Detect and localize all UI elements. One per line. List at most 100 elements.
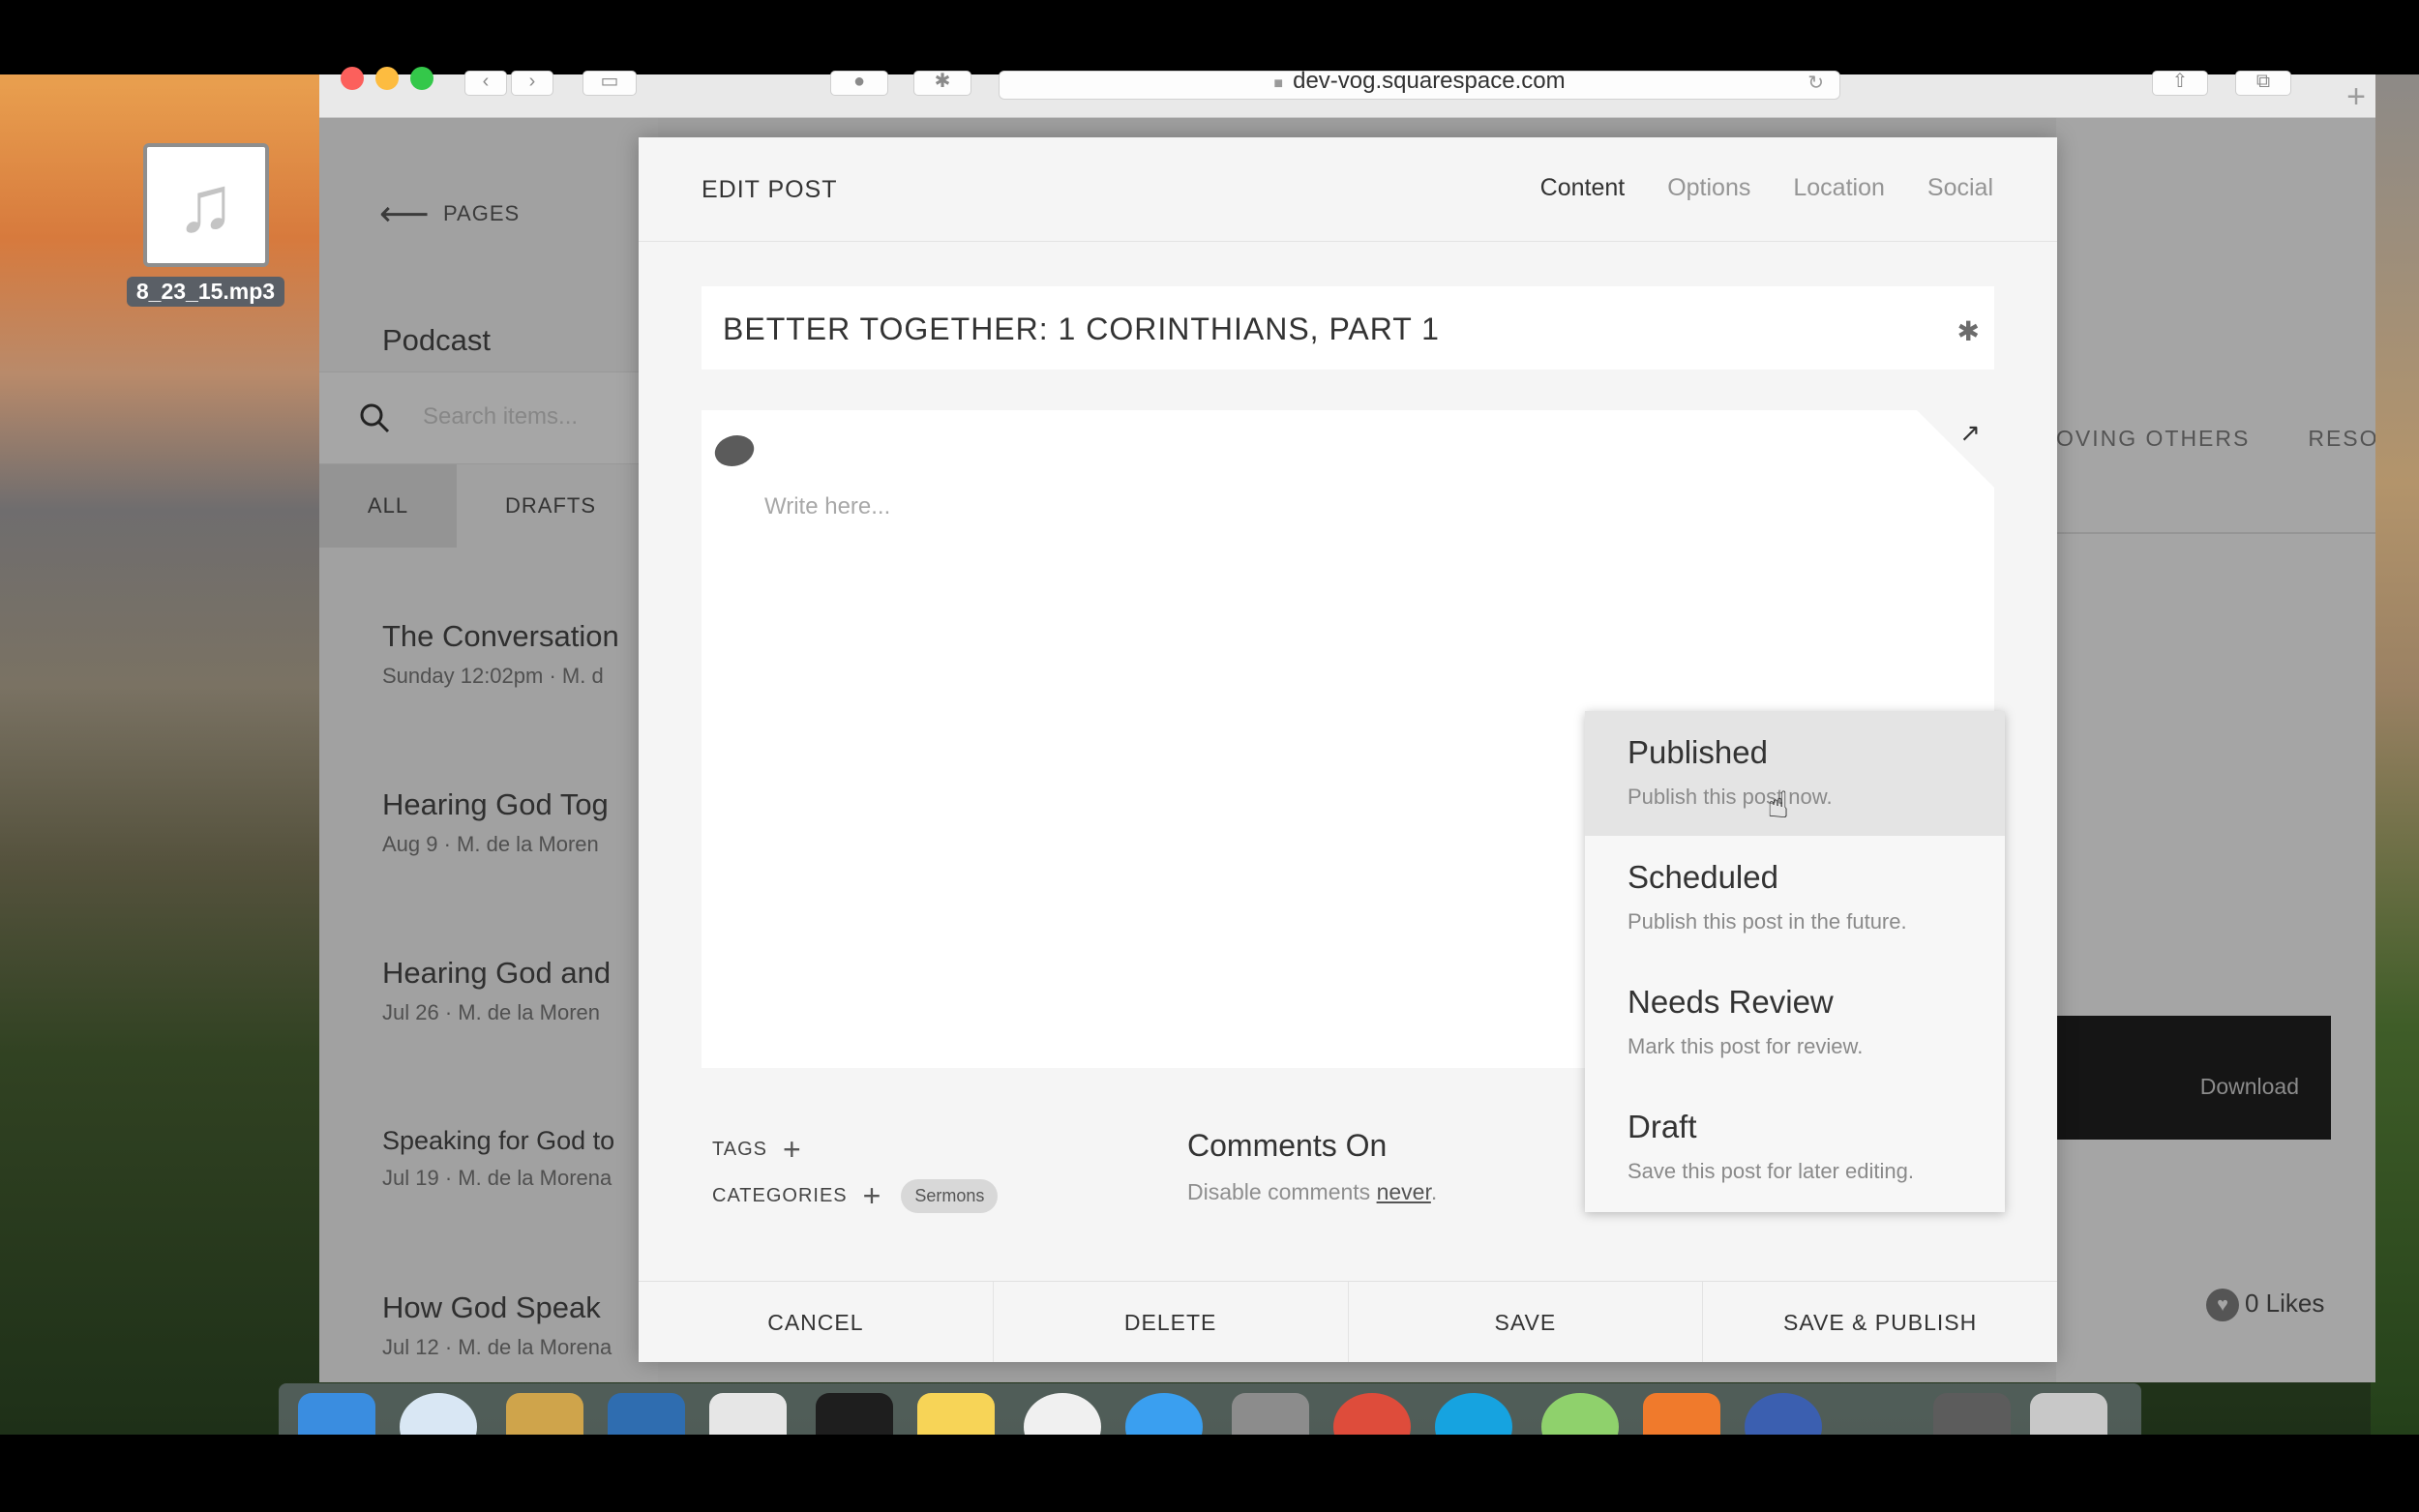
post-title-input[interactable]: BETTER TOGETHER: 1 CORINTHIANS, PART 1 ✱ [702,286,1994,370]
status-option-label: Needs Review [1628,984,1834,1020]
filter-drafts-tab[interactable]: DRAFTS [505,464,596,548]
list-item-title: The Conversation [382,619,619,653]
comments-subtext: Disable comments never. [1187,1179,1438,1204]
post-meta: TAGS + CATEGORIES + Sermons [712,1132,999,1225]
extension-puzzle-icon[interactable]: ✱ [913,71,971,96]
close-window-button[interactable] [341,67,364,90]
list-item-title: Speaking for God to [382,1126,615,1155]
list-item[interactable]: The Conversation Sunday 12:02pm · M. d [382,619,658,689]
list-item[interactable]: How God Speak Jul 12 · M. de la Morena [382,1290,658,1360]
list-item[interactable]: Hearing God and Jul 26 · M. de la Moren [382,956,658,1025]
comments-setting: Comments On Disable comments never. [1187,1128,1437,1205]
post-title-value: BETTER TOGETHER: 1 CORINTHIANS, PART 1 [723,311,1440,346]
audio-player: Download [2056,1016,2331,1140]
desktop-file-name: 8_23_15.mp3 [126,277,285,307]
forward-nav-button[interactable]: › [511,71,553,96]
save-publish-button[interactable]: SAVE & PUBLISH [1703,1282,2057,1362]
tags-label: TAGS [712,1138,767,1160]
add-category-icon[interactable]: + [863,1180,882,1211]
back-arrow-icon[interactable]: ⟵ [379,193,430,234]
category-chip[interactable]: Sermons [901,1178,999,1213]
filter-tabs: ALL DRAFTS [319,464,658,548]
comments-heading: Comments On [1187,1128,1388,1163]
status-option-label: Scheduled [1628,859,1778,895]
site-nav: OVING OTHERS RESOU [2056,426,2375,452]
tab-options[interactable]: Options [1667,174,1750,202]
pages-sidebar: ⟵ PAGES Podcast Search items... ALL DRAF… [319,118,658,1382]
list-item-meta: Jul 26 · M. de la Moren [382,1000,600,1024]
divider [2056,532,2375,534]
categories-label: CATEGORIES [712,1184,848,1206]
status-option-scheduled[interactable]: Scheduled Publish this post in the futur… [1585,836,2005,961]
status-option-desc: Publish this post in the future. [1628,909,1907,934]
status-dropdown: Published Publish this post now. Schedul… [1585,711,2005,1212]
search-bar[interactable]: Search items... [319,371,658,464]
status-option-desc: Publish this post now. [1628,785,1833,809]
reload-icon[interactable]: ↻ [1807,74,1824,93]
status-option-label: Draft [1628,1109,1697,1144]
dialog-header: EDIT POST Content Options Location Socia… [639,137,2057,242]
search-input[interactable]: Search items... [423,403,578,430]
save-button[interactable]: SAVE [1349,1282,1704,1362]
sidebar-toggle-icon[interactable]: ▭ [582,71,637,96]
zoom-window-button[interactable] [410,67,433,90]
insert-block-icon[interactable] [712,435,757,466]
settings-gear-icon[interactable]: ✱ [1957,315,1981,347]
filter-all-tab[interactable]: ALL [319,464,457,548]
body-placeholder: Write here... [764,493,891,519]
hand-cursor-icon: ☝ [1767,786,1790,826]
letterbox-bar [0,1435,2419,1512]
tab-social[interactable]: Social [1927,174,1993,202]
status-option-label: Published [1628,734,1768,770]
likes-button[interactable]: ♥ 0 Likes [2206,1289,2325,1322]
lock-icon: ■ [1273,75,1284,92]
add-tag-icon[interactable]: + [783,1134,802,1165]
back-nav-button[interactable]: ‹ [464,71,507,96]
comments-sub-prefix: Disable comments [1187,1179,1371,1204]
dialog-footer: CANCEL DELETE SAVE SAVE & PUBLISH [639,1281,2057,1362]
tabs-overview-icon[interactable]: ⧉ [2235,71,2291,96]
likes-count: 0 Likes [2245,1289,2325,1318]
address-bar[interactable]: ■ dev-vog.squarespace.com ↻ [999,68,1840,100]
list-item-title: Hearing God and [382,956,612,990]
browser-toolbar: ‹ › ▭ ● ✱ ■ dev-vog.squarespace.com ↻ ⇧ ⧉… [319,67,2375,118]
list-item-title: Hearing God Tog [382,787,609,821]
back-to-pages-link[interactable]: PAGES [443,201,520,226]
dock [279,1383,2141,1461]
list-item-meta: Jul 19 · M. de la Morena [382,1166,612,1190]
list-item-title: How God Speak [382,1290,601,1324]
delete-button[interactable]: DELETE [994,1282,1349,1362]
list-item-meta: Jul 12 · M. de la Morena [382,1335,612,1359]
download-link[interactable]: Download [2200,1074,2299,1100]
extension-shield-icon[interactable]: ● [830,71,888,96]
cancel-button[interactable]: CANCEL [639,1282,994,1362]
page-preview: OVING OTHERS RESOU Download ♥0 Likes [2056,118,2375,1382]
status-option-desc: Save this post for later editing. [1628,1159,1914,1183]
list-item[interactable]: Speaking for God to Jul 19 · M. de la Mo… [382,1126,658,1191]
status-option-needs-review[interactable]: Needs Review Mark this post for review. [1585,961,2005,1085]
music-file-icon: ♫ [142,143,269,267]
search-icon [360,403,390,433]
editor-corner [1917,410,1994,488]
new-tab-icon[interactable]: + [2346,80,2366,113]
share-icon[interactable]: ⇧ [2152,71,2208,96]
address-url: dev-vog.squarespace.com [1293,68,1566,94]
status-option-draft[interactable]: Draft Save this post for later editing. [1585,1085,2005,1210]
tab-content[interactable]: Content [1540,174,1626,202]
minimize-window-button[interactable] [375,67,399,90]
desktop-file-mp3[interactable]: ♫ 8_23_15.mp3 [126,143,285,307]
expand-icon[interactable]: ↗ [1959,418,1981,448]
comments-disable-link[interactable]: never [1377,1179,1431,1204]
list-item-meta: Sunday 12:02pm · M. d [382,664,604,688]
wallpaper-cliff [2371,74,2419,1435]
status-option-published[interactable]: Published Publish this post now. [1585,711,2005,836]
heart-icon: ♥ [2206,1289,2239,1322]
page-title: Podcast [382,323,492,357]
site-nav-item[interactable]: RESOU [2308,426,2375,451]
list-item[interactable]: Hearing God Tog Aug 9 · M. de la Moren [382,787,658,857]
dialog-title: EDIT POST [702,176,838,203]
status-option-desc: Mark this post for review. [1628,1034,1864,1058]
tab-location[interactable]: Location [1793,174,1885,202]
dialog-tabs: Content Options Location Social [1540,174,1993,202]
site-nav-item[interactable]: OVING OTHERS [2056,426,2250,451]
